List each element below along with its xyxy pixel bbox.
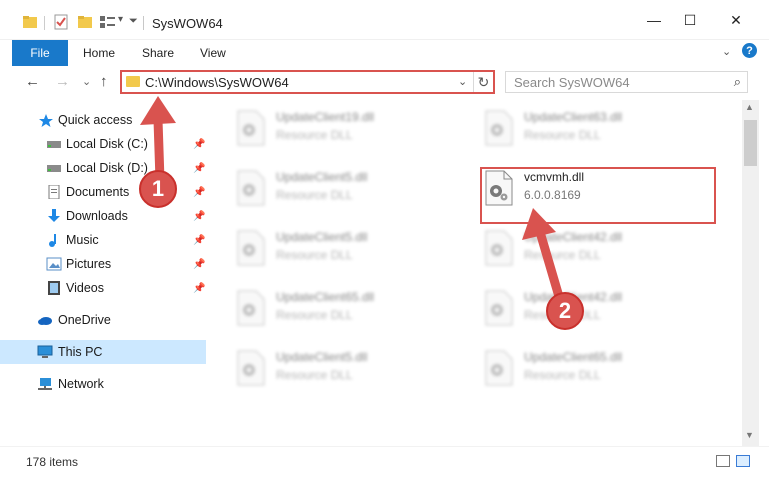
- step-1-badge: 1: [139, 170, 177, 208]
- step-2-badge: 2: [546, 292, 584, 330]
- annotation-arrows: [140, 96, 565, 305]
- arrow-2: [522, 208, 565, 305]
- arrow-1: [140, 96, 176, 185]
